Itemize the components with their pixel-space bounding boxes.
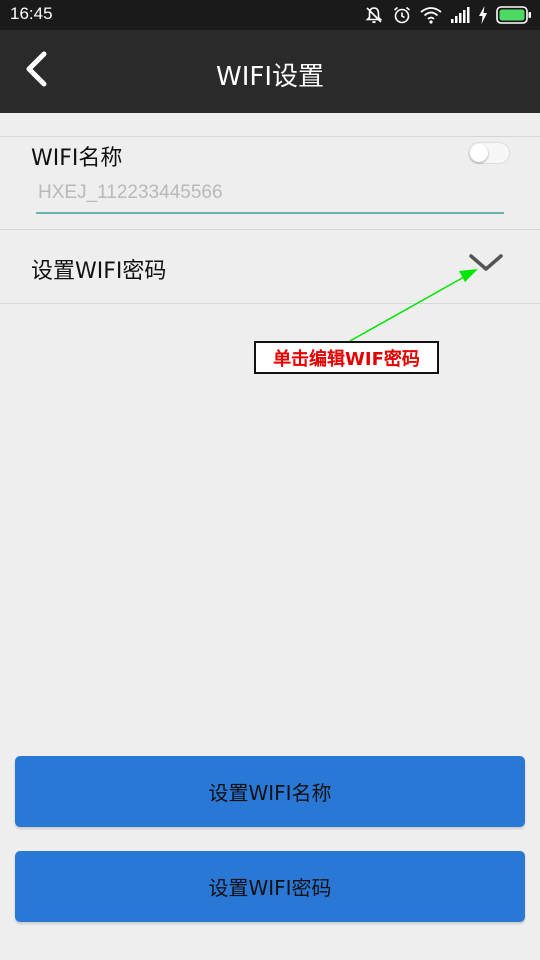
annotation-arrow (349, 269, 478, 342)
annotation-text: 单击编辑WIF密码 (273, 348, 420, 370)
annotation-label: 单击编辑WIF密码 (254, 341, 439, 374)
set-wifi-name-button-label: 设置WIFI名称 (208, 781, 332, 805)
set-wifi-name-button[interactable]: 设置WIFI名称 (15, 756, 525, 827)
set-wifi-password-button[interactable]: 设置WIFI密码 (15, 851, 525, 922)
set-wifi-password-button-label: 设置WIFI密码 (208, 876, 332, 900)
